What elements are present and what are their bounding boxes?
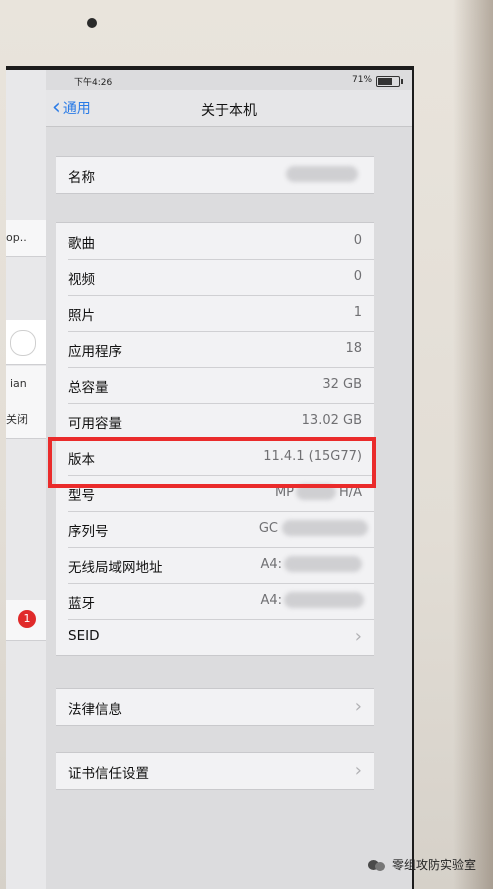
toggle-switch[interactable] (10, 330, 36, 356)
row-wifi-address: 无线局域网地址 A4: (56, 547, 374, 583)
row-value: A4: (260, 593, 282, 608)
name-group: 名称 (56, 156, 374, 194)
master-row[interactable]: 关闭 (6, 402, 46, 439)
master-row-label: op.. (6, 231, 27, 244)
master-row[interactable]: ian (6, 366, 46, 403)
redacted-value (284, 592, 364, 608)
navigation-bar: ‹ 通用 关于本机 (46, 90, 412, 127)
chevron-right-icon: › (354, 760, 362, 781)
watermark-text: 零组攻防实验室 (392, 858, 477, 872)
row-value: 0 (353, 233, 362, 248)
row-label: 总容量 (68, 380, 109, 396)
row-value: GC (258, 521, 278, 536)
row-value: 0 (353, 269, 362, 284)
master-row-badge[interactable]: 1 (6, 600, 46, 641)
row-value: 13.02 GB (301, 413, 362, 428)
row-label: 名称 (68, 170, 95, 186)
battery-percent: 71% (352, 75, 373, 85)
battery-icon (376, 76, 403, 87)
row-label: 法律信息 (68, 702, 122, 718)
master-row[interactable]: op.. (6, 220, 46, 257)
master-row-toggle[interactable] (6, 320, 46, 365)
certificate-group: 证书信任设置 › (56, 752, 374, 790)
row-songs: 歌曲 0 (56, 223, 374, 259)
row-label: 照片 (68, 308, 95, 324)
row-available: 可用容量 13.02 GB (56, 403, 374, 439)
name-row[interactable]: 名称 (56, 157, 374, 193)
row-value: 18 (345, 341, 362, 356)
row-label: 可用容量 (68, 416, 122, 432)
row-bluetooth: 蓝牙 A4: (56, 583, 374, 619)
legal-group: 法律信息 › (56, 688, 374, 726)
row-value: 1 (353, 305, 362, 320)
row-videos: 视频 0 (56, 259, 374, 295)
row-certificate-trust[interactable]: 证书信任设置 › (56, 753, 374, 789)
notification-badge: 1 (18, 610, 36, 628)
row-seid[interactable]: SEID › (56, 619, 374, 655)
row-value: 32 GB (322, 377, 362, 392)
bezel-edge (453, 0, 493, 889)
row-label: 蓝牙 (68, 596, 95, 612)
row-photos: 照片 1 (56, 295, 374, 331)
redacted-value (284, 556, 362, 572)
row-label: 序列号 (68, 524, 109, 540)
row-value: A4: (260, 557, 282, 572)
settings-master-pane: op.. ian 关闭 1 (6, 70, 46, 889)
row-label: 应用程序 (68, 344, 122, 360)
redacted-value (282, 520, 368, 536)
watermark: 零组攻防实验室 (368, 856, 476, 873)
row-legal[interactable]: 法律信息 › (56, 689, 374, 725)
redacted-value (286, 166, 358, 182)
row-applications: 应用程序 18 (56, 331, 374, 367)
status-time: 下午4:26 (74, 78, 113, 88)
master-row-label: 关闭 (6, 413, 28, 426)
row-label: 歌曲 (68, 236, 95, 252)
row-label: 无线局域网地址 (68, 560, 163, 576)
chevron-right-icon: › (354, 696, 362, 717)
chevron-right-icon: › (354, 626, 362, 647)
wechat-logo-icon (368, 858, 386, 872)
row-serial: GC 序列号 (56, 511, 374, 547)
master-row-label: ian (10, 377, 27, 390)
row-label: SEID (68, 628, 100, 644)
row-capacity: 总容量 32 GB (56, 367, 374, 403)
front-camera (87, 18, 97, 28)
row-label: 视频 (68, 272, 95, 288)
row-label: 证书信任设置 (68, 766, 149, 782)
version-highlight-box (48, 437, 376, 488)
status-bar: 下午4:26 71% (46, 70, 412, 90)
page-title: 关于本机 (201, 103, 257, 119)
